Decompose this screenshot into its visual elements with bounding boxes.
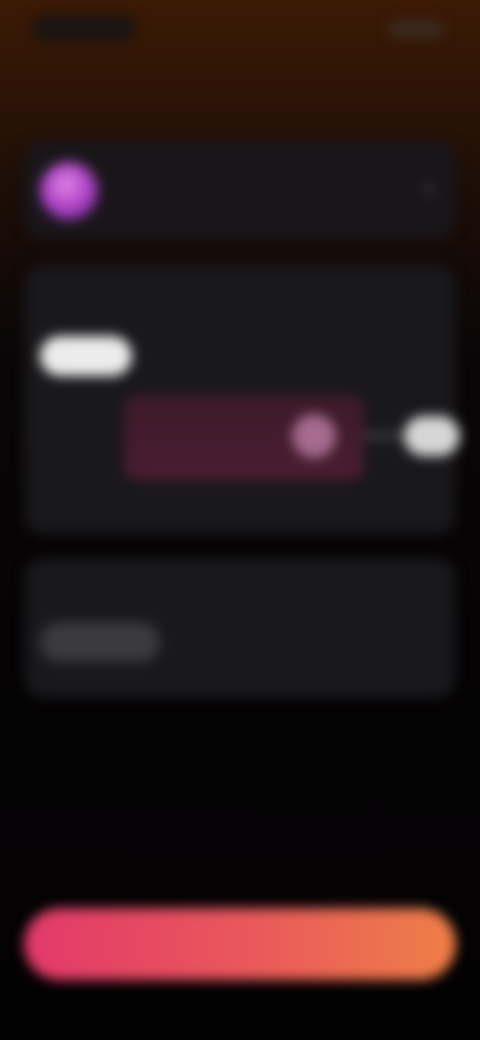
status-bar <box>0 0 480 56</box>
slider-end-button[interactable] <box>404 416 460 456</box>
option-pill-selected[interactable] <box>40 622 160 662</box>
profile-card[interactable]: › <box>24 140 456 240</box>
option-pill-selected[interactable] <box>40 336 132 376</box>
app-screen: › <box>0 0 480 1040</box>
blurred-content: › <box>0 0 480 1040</box>
primary-action-button[interactable] <box>24 908 456 980</box>
page-title <box>0 70 480 104</box>
chevron-right-icon: › <box>423 174 434 204</box>
status-time <box>32 14 136 42</box>
option-card-secondary <box>24 558 456 698</box>
slider-handle[interactable] <box>292 414 336 458</box>
avatar <box>40 162 98 220</box>
status-icons <box>388 20 444 38</box>
option-card-primary <box>24 264 460 534</box>
